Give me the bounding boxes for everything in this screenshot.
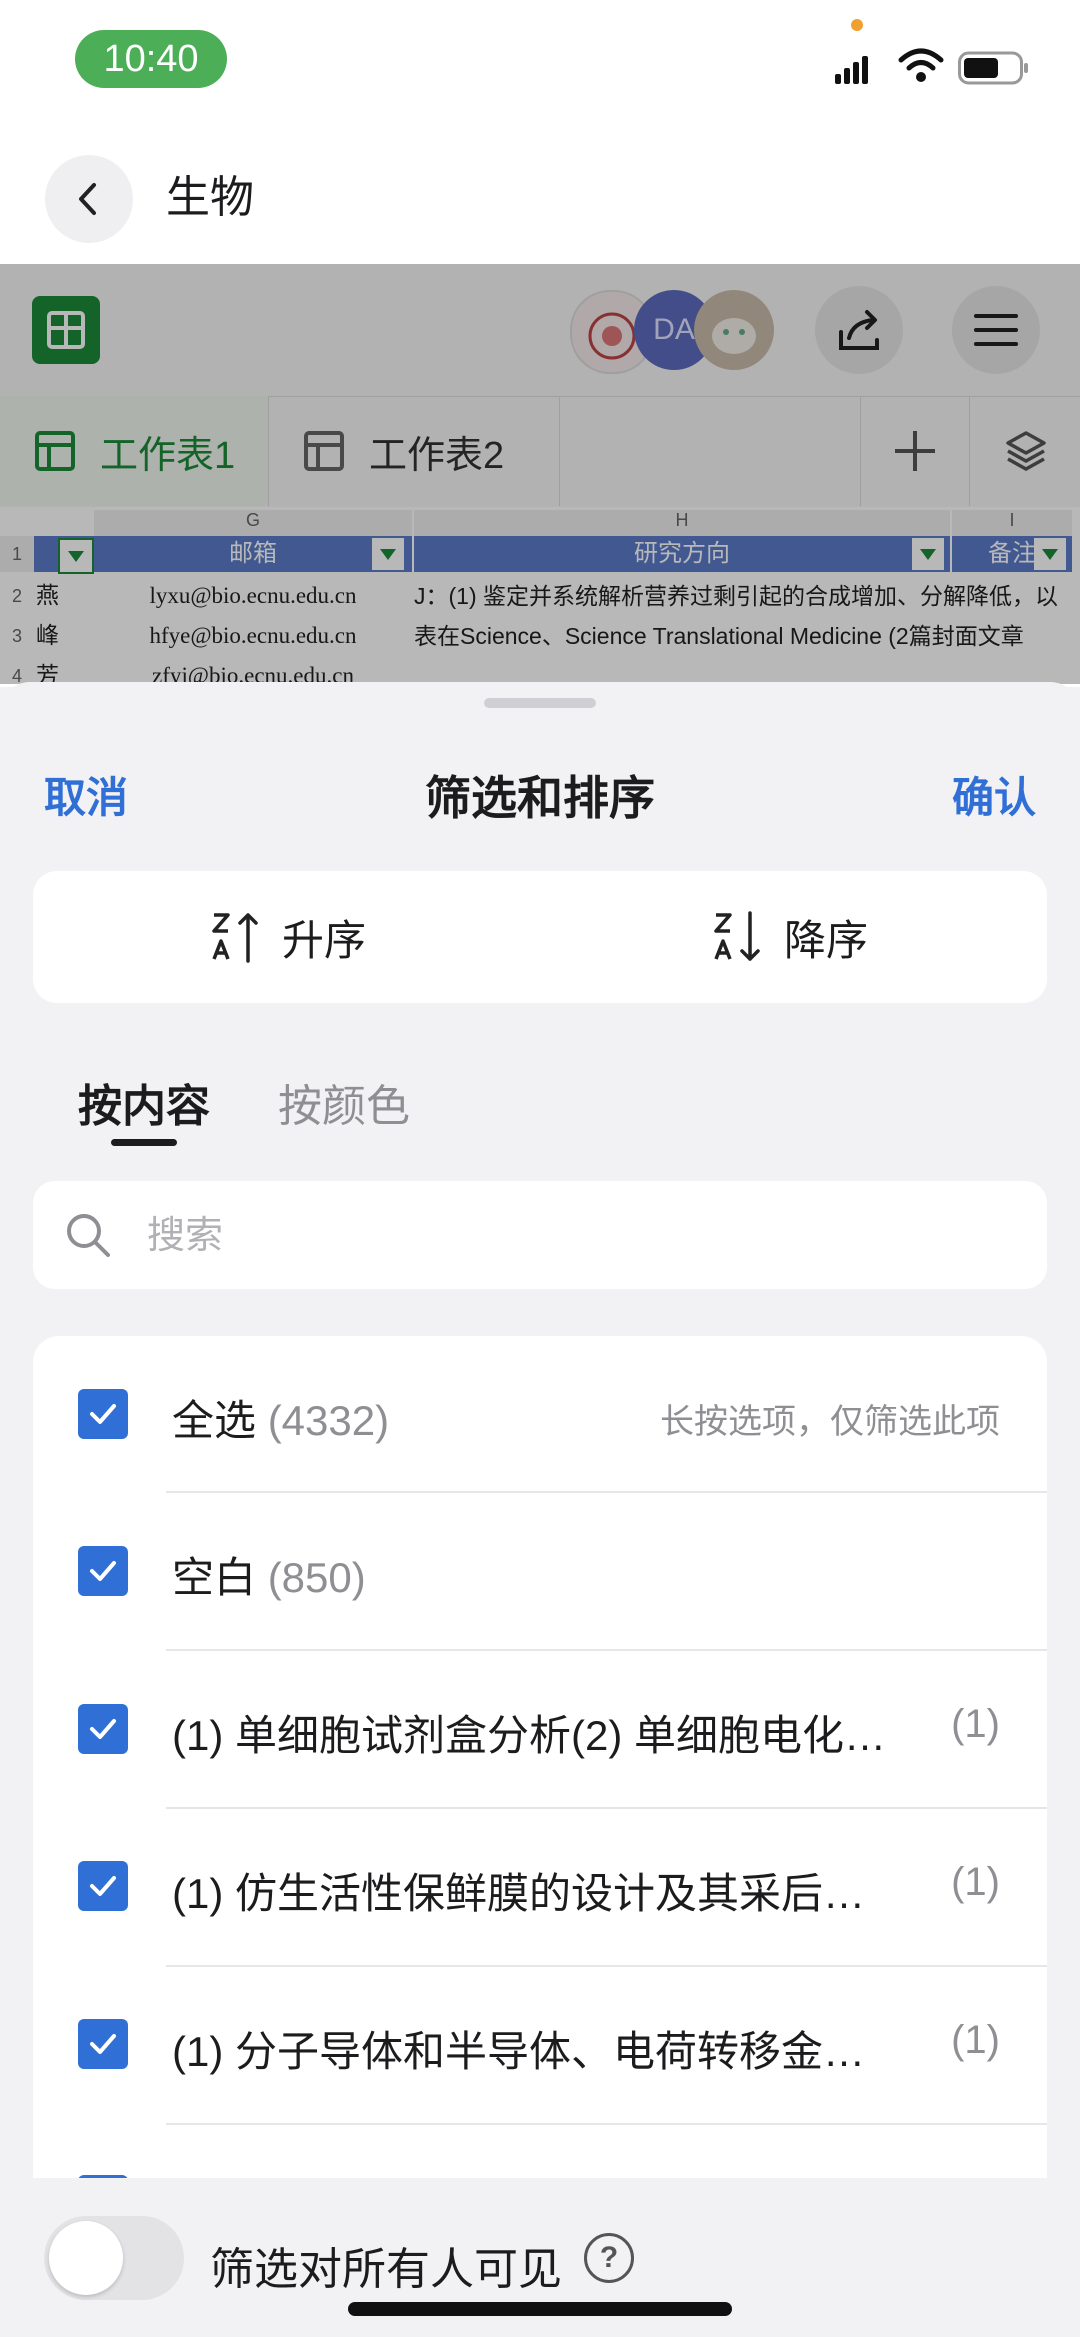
option-checkbox[interactable] [78, 1861, 128, 1911]
option-count: (1) [951, 2018, 1000, 2062]
status-time: 10:40 [75, 30, 227, 88]
page-title: 生物 [166, 173, 254, 222]
checkmark-icon [90, 2034, 116, 2054]
nav-header [0, 120, 1080, 264]
sort-ascending-label: 升序 [282, 916, 367, 964]
checkmark-icon [90, 1719, 116, 1739]
battery-icon [958, 51, 1028, 85]
checkmark-icon [90, 1404, 116, 1424]
option-label: (1) 分子导体和半导体、电荷转移金… [172, 2028, 866, 2075]
sort-descending-icon [714, 911, 760, 961]
back-button[interactable] [45, 155, 133, 243]
confirm-button[interactable]: 确认 [952, 764, 1036, 825]
divider [166, 2123, 1047, 2125]
select-all-label: 全选 (4332) [172, 1387, 389, 1448]
option-count: (850) [267, 1554, 366, 1601]
sort-card [33, 871, 1047, 1003]
sort-ascending-button[interactable]: 升序 [210, 871, 366, 1003]
select-all-checkbox[interactable] [78, 1389, 128, 1439]
search-icon [67, 1214, 110, 1257]
long-press-hint: 长按选项，仅筛选此项 [660, 1403, 1000, 1441]
sheet-title: 筛选和排序 [425, 772, 655, 824]
active-tab-indicator [111, 1139, 177, 1146]
option-checkbox[interactable] [78, 1546, 128, 1596]
option-count: (1) [951, 1702, 1000, 1746]
option-label: 全选 [172, 1397, 257, 1444]
sheet-grabber[interactable] [484, 698, 596, 708]
option-label: (1) 仿生活性保鲜膜的设计及其采后… [172, 1870, 866, 1917]
toggle-label: 筛选对所有人可见 [210, 2245, 562, 2294]
privacy-indicator-dot [851, 19, 863, 31]
option-label-group: 空白 (850) [172, 1544, 366, 1605]
tab-by-color[interactable]: 按颜色 [278, 1070, 410, 1134]
sort-ascending-icon [212, 913, 258, 963]
option-checkbox[interactable] [78, 2019, 128, 2069]
modal-overlay[interactable] [0, 264, 1080, 684]
chevron-left-icon [79, 183, 96, 215]
sort-descending-label: 降序 [784, 916, 869, 964]
cancel-button[interactable]: 取消 [44, 764, 128, 825]
home-indicator [348, 2302, 732, 2316]
option-checkbox[interactable] [78, 1704, 128, 1754]
option-label: (1) 单细胞试剂盒分析(2) 单细胞电化… [172, 1712, 887, 1759]
option-label: 空白 [172, 1554, 257, 1601]
signal-icon [835, 56, 868, 84]
search-input[interactable] [145, 1200, 1009, 1272]
wifi-icon [898, 48, 944, 82]
option-count: (1) [951, 1860, 1000, 1904]
checkmark-icon [90, 1561, 116, 1581]
tab-by-content[interactable]: 按内容 [78, 1070, 210, 1134]
checkmark-icon [90, 1876, 116, 1896]
option-count: (4332) [267, 1397, 390, 1444]
toggle-knob [49, 2221, 123, 2295]
sort-descending-button[interactable]: 降序 [712, 871, 868, 1003]
help-icon[interactable]: ? [584, 2233, 634, 2283]
